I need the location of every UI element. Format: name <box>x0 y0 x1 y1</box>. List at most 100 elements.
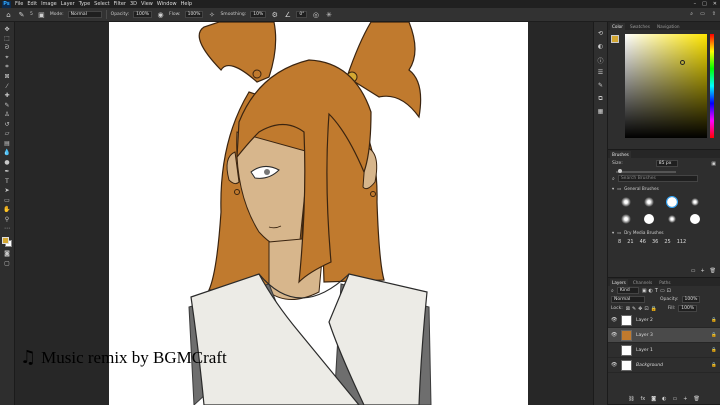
opacity-field[interactable]: 100% <box>133 11 153 18</box>
photoshop-logo[interactable]: Ps <box>2 0 11 8</box>
pressure-opacity-icon[interactable]: ◉ <box>156 10 165 19</box>
mask-icon[interactable]: ◙ <box>651 396 656 402</box>
zoom-tool-icon[interactable]: ⚲ <box>2 215 12 223</box>
filter-icons[interactable]: ▣◐T▭⊡ <box>642 288 673 294</box>
layer-opacity-field[interactable]: 100% <box>681 296 701 303</box>
home-icon[interactable]: ⌂ <box>4 10 13 19</box>
foreground-color-swatch[interactable] <box>2 237 9 244</box>
clone-stamp-icon[interactable]: ♙ <box>2 111 12 119</box>
brush-tip[interactable]: 112 <box>677 239 687 245</box>
brush-tip[interactable]: 21 <box>627 239 633 245</box>
layer-row[interactable]: Layer 1 🔒 <box>608 343 720 358</box>
brush-tip[interactable] <box>662 195 682 209</box>
tab-channels[interactable]: Channels <box>631 279 654 286</box>
minimize-icon[interactable]: – <box>694 1 697 7</box>
tab-paths[interactable]: Paths <box>657 279 672 286</box>
angle-field[interactable]: 0° <box>296 11 308 18</box>
layer-row-selected[interactable]: 👁 Layer 3 🔒 <box>608 328 720 343</box>
healing-brush-icon[interactable]: ✚ <box>2 92 12 100</box>
menu-help[interactable]: Help <box>181 1 192 7</box>
menu-layer[interactable]: Layer <box>61 1 75 7</box>
brush-tip[interactable] <box>639 195 659 209</box>
brush-tip[interactable] <box>685 212 705 226</box>
brush-tip[interactable] <box>616 212 636 226</box>
properties-icon[interactable]: ☰ <box>598 69 603 77</box>
pen-tool-icon[interactable]: ✒ <box>2 168 12 176</box>
menu-filter[interactable]: Filter <box>114 1 126 7</box>
flow-field[interactable]: 100% <box>184 11 204 18</box>
folder-icon[interactable]: ▭ <box>673 396 678 402</box>
brush-tool-icon[interactable]: ✎ <box>17 10 26 19</box>
airbrush-icon[interactable]: ✧ <box>207 10 216 19</box>
quick-mask-icon[interactable]: ◙ <box>2 250 12 258</box>
crop-tool-icon[interactable]: ⌗ <box>2 63 12 71</box>
link-icon[interactable]: ⛓ <box>628 396 634 402</box>
type-tool-icon[interactable]: T <box>2 177 12 185</box>
hue-slider[interactable] <box>710 34 714 138</box>
brush-tip[interactable] <box>616 195 636 209</box>
trash-icon[interactable]: 🗑 <box>693 396 699 402</box>
brush-size-slider[interactable] <box>616 169 676 173</box>
tab-color[interactable]: Color <box>610 23 625 30</box>
fill-field[interactable]: 100% <box>678 305 698 312</box>
mode-select[interactable]: Normal <box>67 11 102 18</box>
adjustment-layer-icon[interactable]: ◐ <box>662 396 666 402</box>
brush-size-preview[interactable]: 5 <box>30 12 33 17</box>
marquee-tool-icon[interactable]: ⬚ <box>2 35 12 43</box>
tab-layers[interactable]: Layers <box>610 279 628 286</box>
blend-mode-select[interactable]: Normal <box>611 296 645 303</box>
brush-tool-icon[interactable]: ✎ <box>2 101 12 109</box>
tab-brushes[interactable]: Brushes <box>610 151 631 158</box>
eye-icon[interactable]: 👁 <box>611 317 617 323</box>
maximize-icon[interactable]: □ <box>702 1 707 7</box>
brush-group-dry[interactable]: ▾ ▭ Dry Media Brushes <box>608 228 720 237</box>
smoothing-field[interactable]: 10% <box>250 11 267 18</box>
hand-tool-icon[interactable]: ✋ <box>2 206 12 214</box>
menu-edit[interactable]: Edit <box>27 1 37 7</box>
brush-tip[interactable] <box>685 195 705 209</box>
quick-select-icon[interactable]: ⌖ <box>2 54 12 62</box>
brush-size-field[interactable]: 85 px <box>655 160 678 167</box>
frame-tool-icon[interactable]: ⊠ <box>2 73 12 81</box>
brush-tip[interactable] <box>662 212 682 226</box>
symmetry-icon[interactable]: ✳ <box>324 10 333 19</box>
move-tool-icon[interactable]: ✥ <box>2 25 12 33</box>
pressure-size-icon[interactable]: ◎ <box>311 10 320 19</box>
screen-mode-icon[interactable]: ▢ <box>2 259 12 267</box>
add-icon[interactable]: + <box>700 268 704 274</box>
tab-navigation[interactable]: Navigation <box>655 23 682 30</box>
menu-window[interactable]: Window <box>157 1 177 7</box>
eraser-icon[interactable]: ▱ <box>2 130 12 138</box>
gear-icon[interactable]: ⚙ <box>270 10 279 19</box>
more-tools-icon[interactable]: ⋯ <box>2 225 12 233</box>
eye-icon[interactable]: 👁 <box>611 362 617 368</box>
brush-settings-icon[interactable]: ▣ <box>37 10 46 19</box>
brush-settings-icon[interactable]: ✎ <box>598 82 603 90</box>
layer-filter-select[interactable]: Kind <box>616 287 639 294</box>
angle-icon[interactable]: ∠ <box>283 10 292 19</box>
color-picker-handle[interactable] <box>680 60 685 65</box>
menu-select[interactable]: Select <box>94 1 109 7</box>
clone-source-icon[interactable]: ⧉ <box>598 95 602 103</box>
share-icon[interactable]: ⇧ <box>712 11 716 17</box>
adjustments-icon[interactable]: ◐ <box>598 43 603 51</box>
menu-type[interactable]: Type <box>79 1 90 7</box>
fx-icon[interactable]: fx <box>641 396 646 402</box>
tab-swatches[interactable]: Swatches <box>628 23 652 30</box>
brush-tip[interactable] <box>639 212 659 226</box>
brush-tip[interactable]: 46 <box>640 239 646 245</box>
menu-3d[interactable]: 3D <box>130 1 137 7</box>
color-picker-field[interactable] <box>625 34 707 138</box>
menu-view[interactable]: View <box>141 1 153 7</box>
lasso-tool-icon[interactable]: ᘐ <box>2 44 12 52</box>
tool-presets-icon[interactable]: ▦ <box>598 108 604 116</box>
history-brush-icon[interactable]: ↺ <box>2 120 12 128</box>
trash-icon[interactable]: 🗑 <box>710 268 716 274</box>
dodge-tool-icon[interactable]: ● <box>2 158 12 166</box>
color-swatches[interactable] <box>1 236 13 248</box>
gradient-tool-icon[interactable]: ▤ <box>2 139 12 147</box>
layer-row[interactable]: 👁 Layer 2 🔒 <box>608 313 720 328</box>
history-icon[interactable]: ⟲ <box>598 30 603 38</box>
foreground-color-chip[interactable] <box>611 35 619 43</box>
blur-tool-icon[interactable]: 💧 <box>2 149 12 157</box>
